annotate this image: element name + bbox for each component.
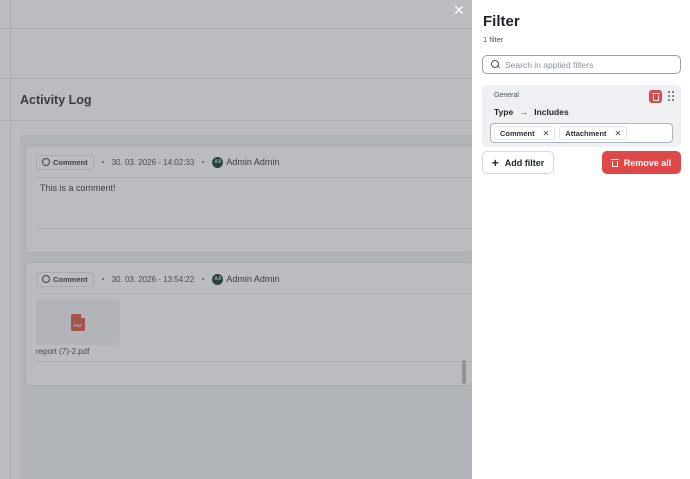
modal-backdrop[interactable] (0, 0, 472, 479)
filter-count: 1 filter (483, 35, 504, 44)
drag-handle-icon[interactable] (668, 91, 674, 101)
filter-search[interactable] (482, 55, 681, 74)
filter-group-label: General (494, 92, 519, 99)
trash-icon (651, 92, 660, 101)
chip-label: Attachment (565, 128, 607, 138)
add-filter-button[interactable]: + Add filter (482, 151, 554, 174)
remove-all-button[interactable]: Remove all (602, 151, 681, 174)
filter-group: General Type → Includes Comment ✕ Attach… (482, 85, 681, 147)
chip-label: Comment (500, 128, 535, 138)
filter-operator: Includes (534, 107, 569, 117)
remove-chip-icon[interactable]: ✕ (543, 129, 550, 138)
filter-rule[interactable]: Type → Includes (494, 107, 569, 117)
filter-value-chip: Attachment ✕ (559, 126, 628, 140)
trash-icon (610, 158, 619, 167)
filter-value-chip: Comment ✕ (494, 126, 556, 140)
search-icon (491, 60, 500, 69)
filter-panel: Filter 1 filter General Type → Includes … (472, 0, 690, 479)
filter-values-field[interactable]: Comment ✕ Attachment ✕ (490, 123, 673, 143)
filter-panel-title: Filter (483, 13, 520, 30)
close-icon[interactable]: ✕ (452, 3, 466, 17)
filter-field: Type (494, 107, 514, 117)
remove-chip-icon[interactable]: ✕ (615, 129, 622, 138)
add-filter-label: Add filter (504, 157, 545, 168)
arrow-right-icon: → (519, 107, 529, 117)
plus-icon: + (491, 155, 499, 170)
delete-filter-button[interactable] (649, 90, 662, 103)
remove-all-label: Remove all (623, 157, 672, 168)
search-input[interactable] (505, 59, 675, 70)
